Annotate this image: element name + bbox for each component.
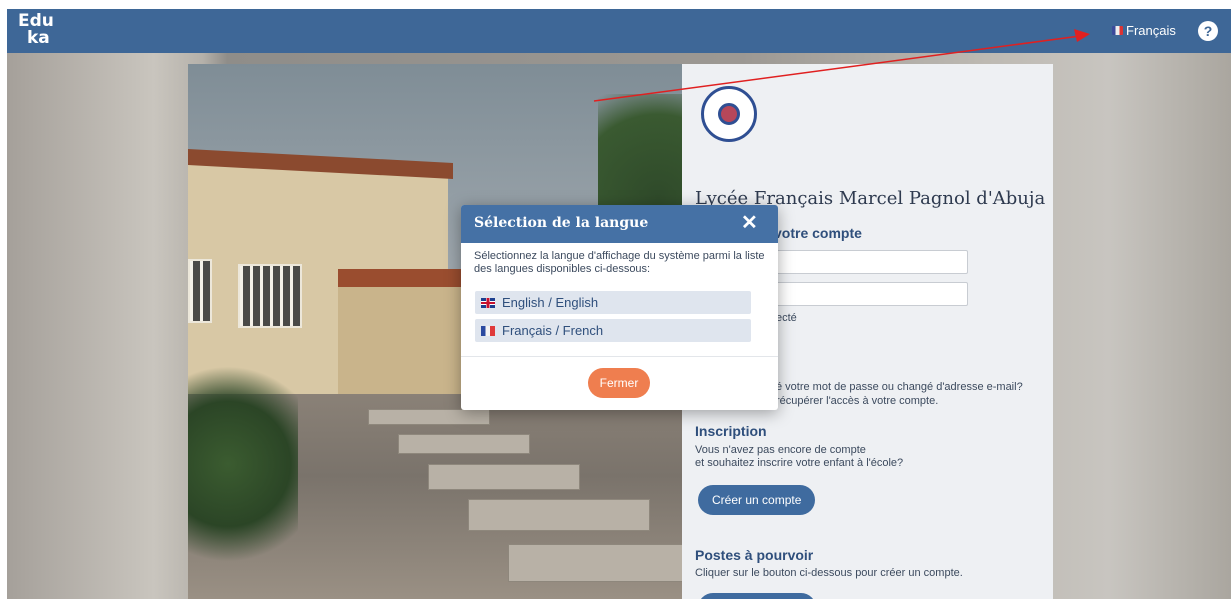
username-field[interactable] bbox=[776, 250, 968, 274]
jobs-title: Postes à pourvoir bbox=[695, 547, 814, 563]
jobs-text: Cliquer sur le bouton ci-dessous pour cr… bbox=[695, 567, 963, 579]
modal-divider bbox=[461, 356, 778, 357]
jobs-button[interactable] bbox=[698, 593, 816, 599]
top-bar: Edu ka Français ? bbox=[7, 9, 1231, 53]
signup-title: Inscription bbox=[695, 423, 767, 439]
language-selector[interactable]: Français bbox=[1112, 23, 1176, 38]
logo-line-2: ka bbox=[27, 28, 50, 48]
language-option-label: English / English bbox=[502, 295, 599, 310]
fr-flag-icon bbox=[1112, 26, 1123, 35]
edukalogo[interactable]: Edu ka bbox=[18, 13, 54, 47]
password-field[interactable] bbox=[776, 282, 968, 306]
signup-text-2: et souhaitez inscrire votre enfant à l'é… bbox=[695, 457, 904, 469]
language-modal: Sélection de la langue ✕ Sélectionnez la… bbox=[461, 205, 778, 410]
stay-connected-label[interactable]: ecté bbox=[776, 312, 797, 324]
forgot-password-text: é votre mot de passe ou changé d'adresse… bbox=[776, 381, 1023, 393]
recover-access-link[interactable]: récupérer l'accès à votre compte. bbox=[776, 395, 938, 407]
uk-flag-icon bbox=[481, 297, 495, 308]
create-account-button[interactable]: Créer un compte bbox=[698, 485, 816, 515]
signup-text-1: Vous n'avez pas encore de compte bbox=[695, 444, 866, 456]
school-seal-logo bbox=[701, 86, 757, 142]
close-icon[interactable]: ✕ bbox=[741, 212, 758, 234]
fr-flag-icon bbox=[481, 325, 495, 336]
close-modal-button[interactable]: Fermer bbox=[588, 368, 650, 398]
modal-header: Sélection de la langue ✕ bbox=[461, 205, 778, 243]
language-option-french[interactable]: Français / French bbox=[475, 319, 751, 342]
language-label: Français bbox=[1126, 23, 1176, 38]
modal-description: Sélectionnez la langue d'affichage du sy… bbox=[474, 250, 765, 275]
login-title: votre compte bbox=[774, 225, 862, 241]
help-icon[interactable]: ? bbox=[1198, 21, 1218, 41]
language-option-label: Français / French bbox=[502, 323, 604, 338]
language-option-english[interactable]: English / English bbox=[475, 291, 751, 314]
modal-title: Sélection de la langue bbox=[474, 215, 649, 231]
